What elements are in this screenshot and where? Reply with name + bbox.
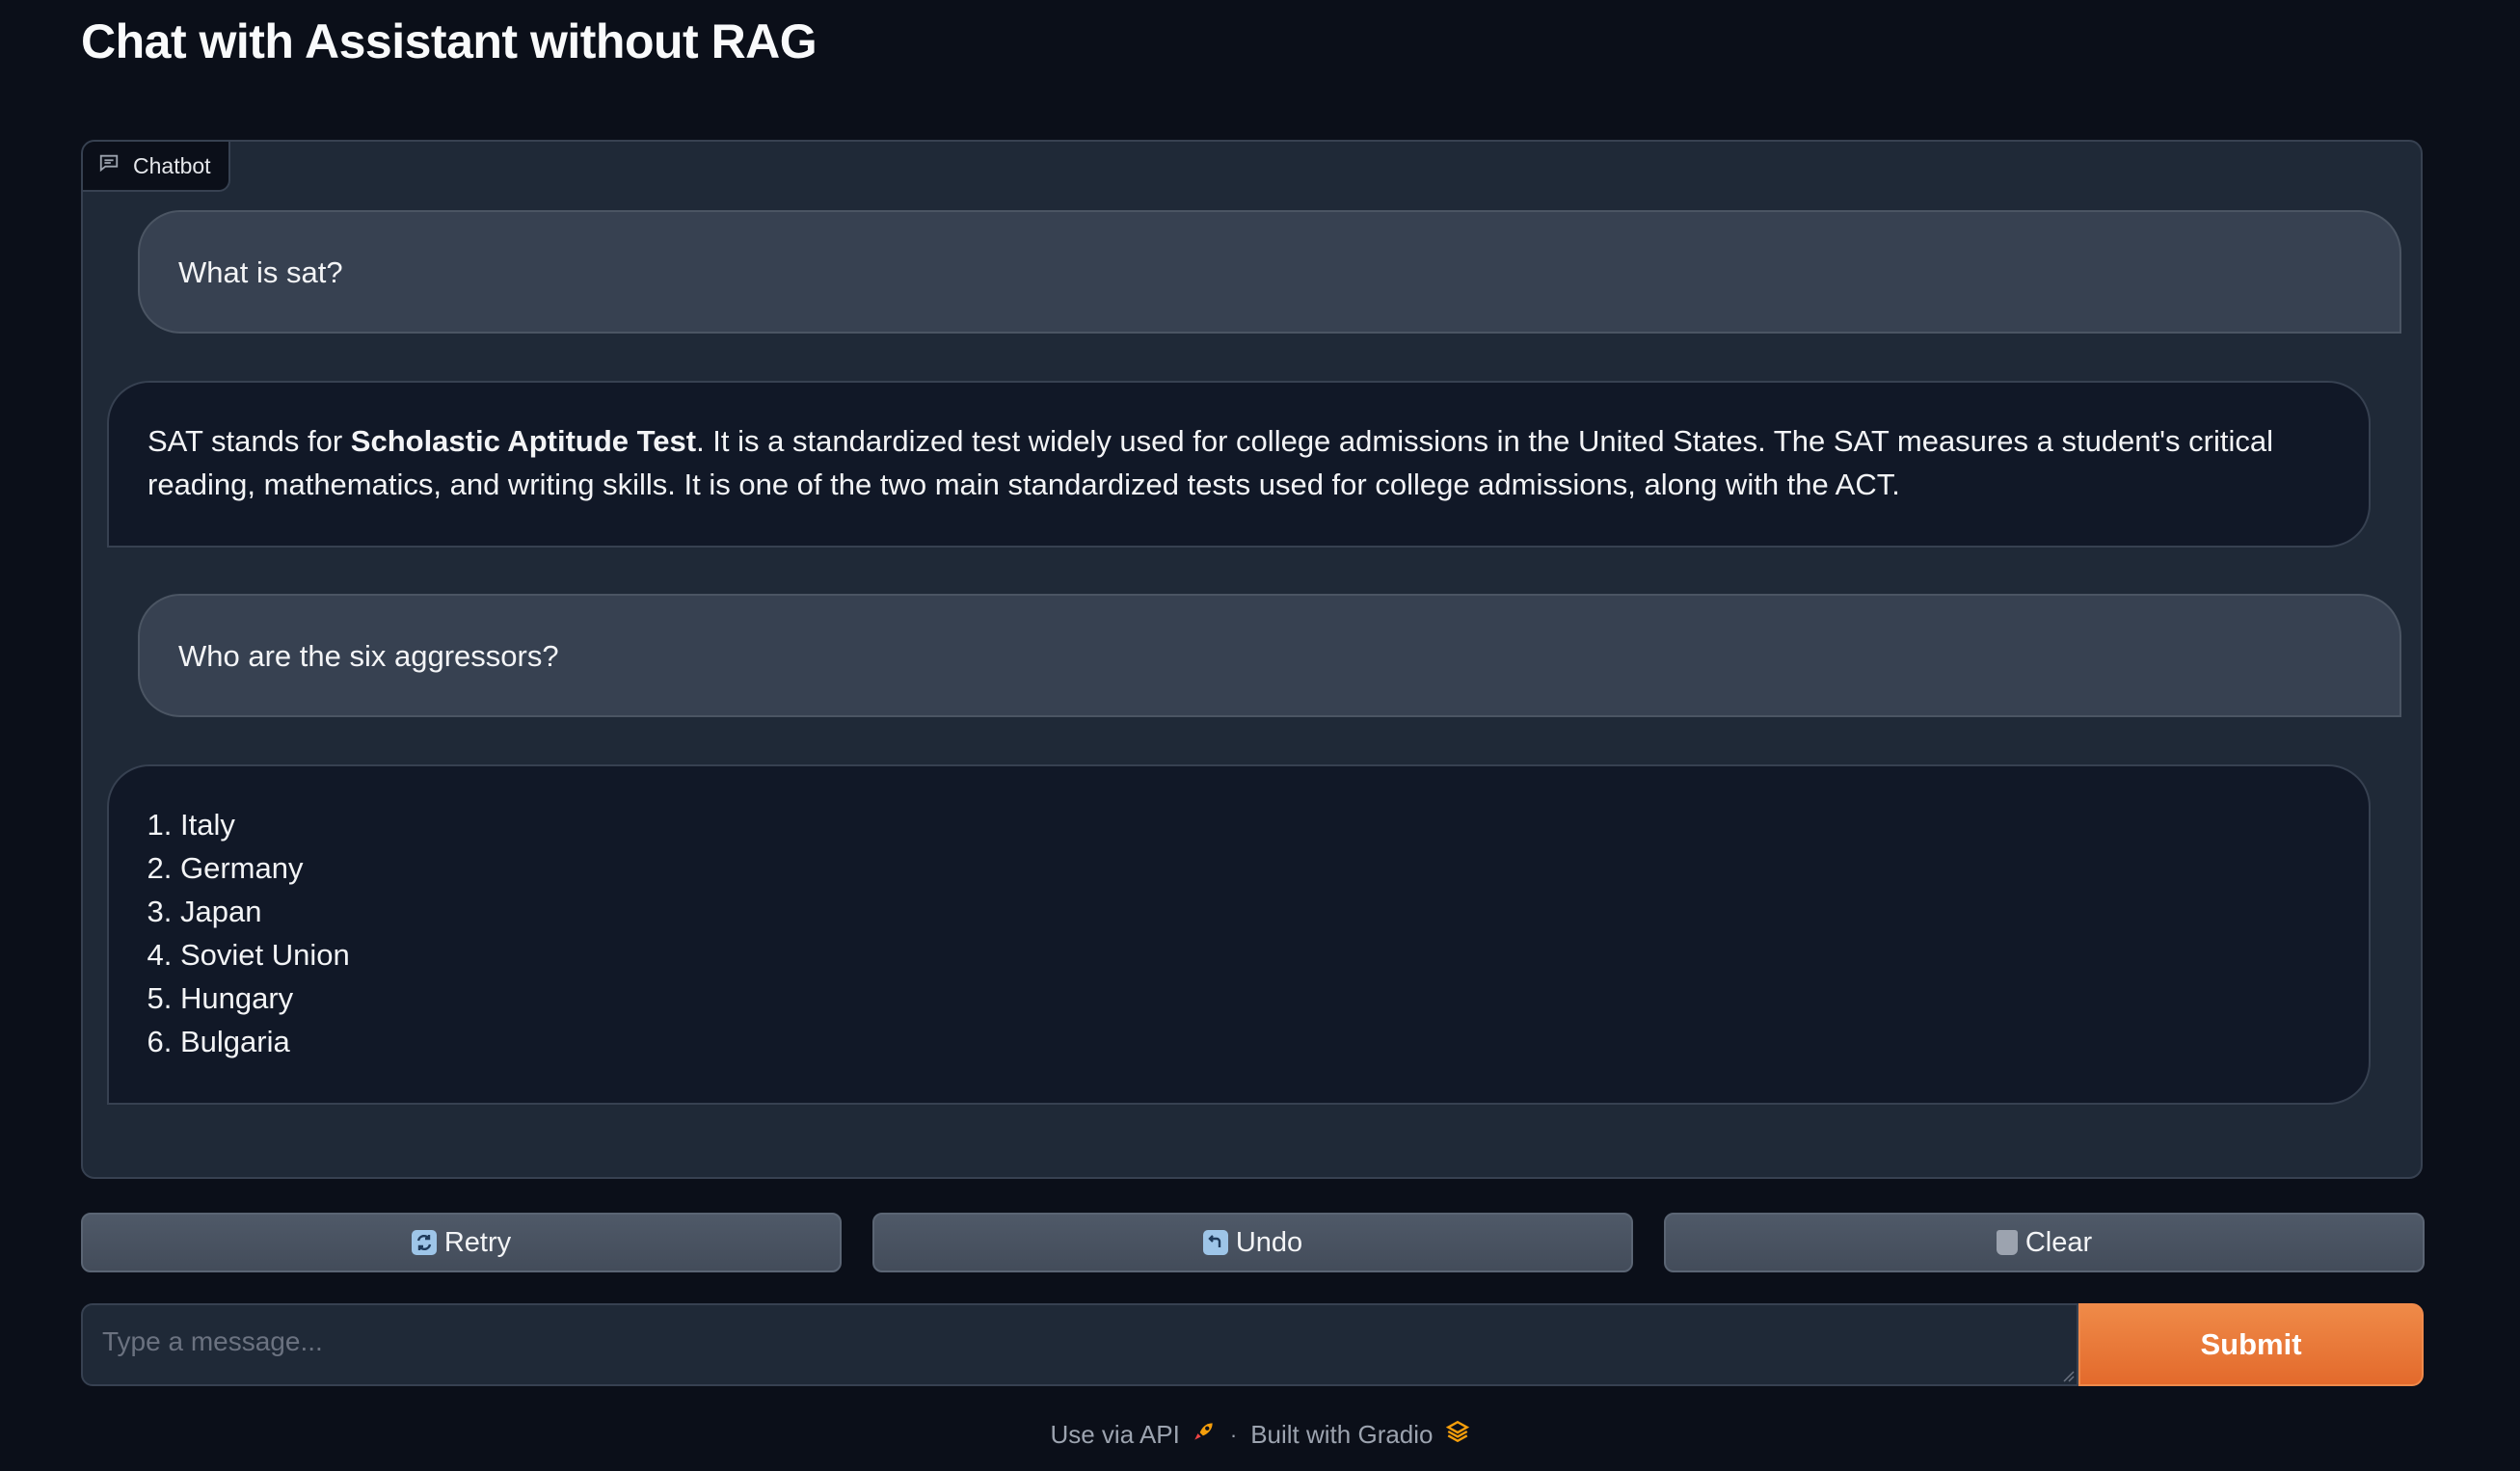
built-with-gradio-text: Built with Gradio bbox=[1250, 1420, 1434, 1449]
message-input-row: Submit bbox=[81, 1303, 2424, 1386]
gradio-logo-icon bbox=[1445, 1419, 1470, 1451]
list-item: Germany bbox=[180, 846, 2330, 890]
retry-button-label: Retry bbox=[443, 1226, 512, 1258]
list-item: Italy bbox=[180, 803, 2330, 846]
list-item: Japan bbox=[180, 890, 2330, 933]
use-via-api-text: Use via API bbox=[1050, 1420, 1180, 1449]
assistant-message: Italy Germany Japan Soviet Union Hungary… bbox=[107, 764, 2371, 1105]
user-message: What is sat? bbox=[138, 210, 2401, 334]
undo-button[interactable]: Undo bbox=[872, 1213, 1633, 1272]
rocket-icon bbox=[1192, 1419, 1217, 1451]
page-title: Chat with Assistant without RAG bbox=[81, 14, 818, 68]
chat-bubble-icon bbox=[98, 152, 120, 179]
undo-button-label: Undo bbox=[1235, 1226, 1303, 1258]
footer: Use via API · Built with Gradio bbox=[0, 1419, 2520, 1451]
refresh-icon bbox=[411, 1230, 437, 1255]
list-item: Bulgaria bbox=[180, 1020, 2330, 1063]
undo-arrow-icon bbox=[1202, 1230, 1228, 1255]
action-button-row: Retry Undo Clear bbox=[81, 1213, 2425, 1272]
list-item: Soviet Union bbox=[180, 933, 2330, 976]
footer-separator: · bbox=[1229, 1422, 1238, 1447]
assistant-ordered-list: Italy Germany Japan Soviet Union Hungary… bbox=[147, 803, 2330, 1063]
clear-button[interactable]: Clear bbox=[1664, 1213, 2425, 1272]
message-input[interactable] bbox=[81, 1303, 2078, 1386]
retry-button[interactable]: Retry bbox=[81, 1213, 842, 1272]
user-message-text: What is sat? bbox=[178, 254, 343, 289]
user-message: Who are the six aggressors? bbox=[138, 594, 2401, 717]
use-via-api-link[interactable]: Use via API bbox=[1050, 1419, 1216, 1451]
assistant-message: SAT stands for Scholastic Aptitude Test.… bbox=[107, 381, 2371, 548]
resize-handle-icon[interactable] bbox=[2061, 1369, 2075, 1382]
user-message-text: Who are the six aggressors? bbox=[178, 638, 559, 673]
chatbot-panel: Chatbot What is sat? SAT stands for Scho… bbox=[81, 140, 2423, 1179]
built-with-gradio-link[interactable]: Built with Gradio bbox=[1250, 1419, 1469, 1451]
list-item: Hungary bbox=[180, 976, 2330, 1020]
assistant-message-bold: Scholastic Aptitude Test bbox=[350, 424, 697, 458]
chatbot-label-text: Chatbot bbox=[133, 152, 211, 178]
submit-button[interactable]: Submit bbox=[2078, 1303, 2424, 1386]
clear-button-label: Clear bbox=[2024, 1226, 2093, 1258]
chatbot-label: Chatbot bbox=[83, 142, 230, 192]
assistant-message-text: SAT stands for bbox=[147, 424, 351, 458]
trash-icon bbox=[1996, 1230, 2018, 1255]
